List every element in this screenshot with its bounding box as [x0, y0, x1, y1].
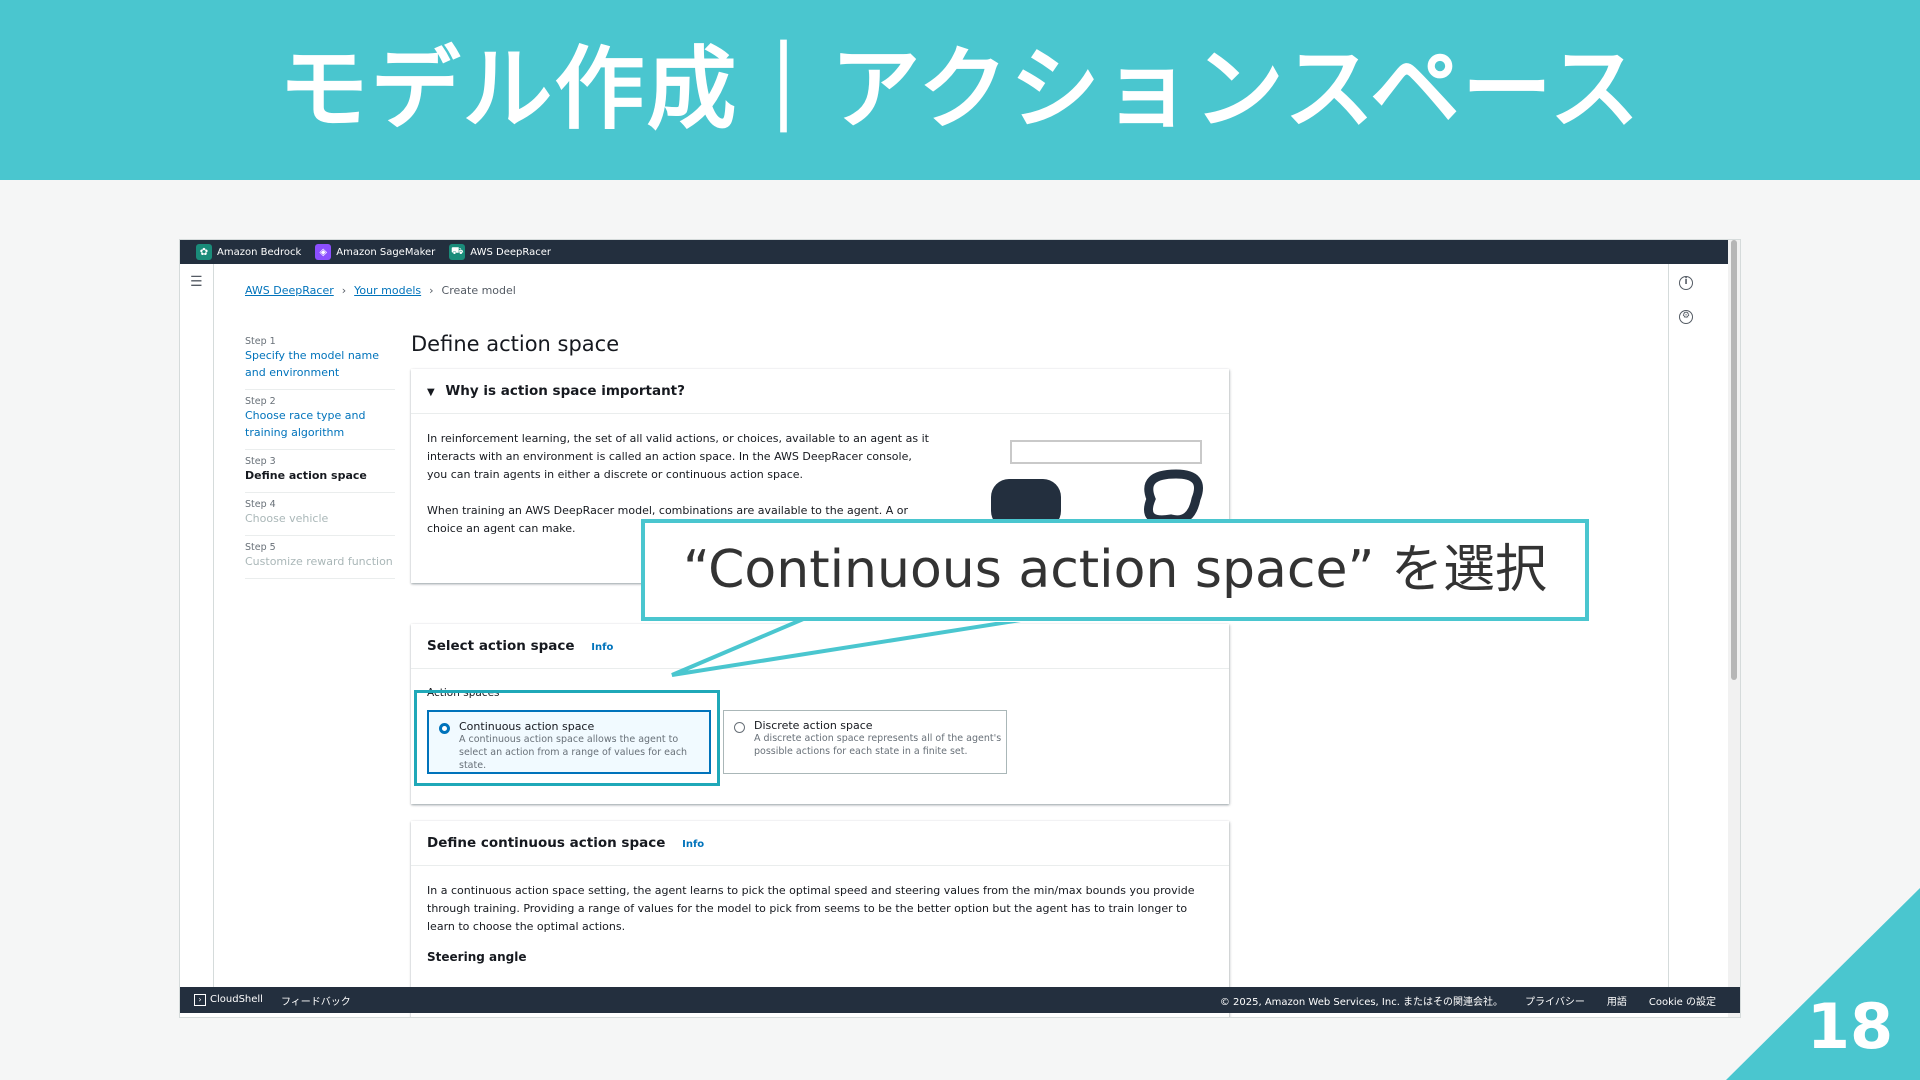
info-icon[interactable]: i — [1679, 276, 1693, 290]
step-number: Step 2 — [245, 396, 276, 407]
selection-highlight-box — [414, 690, 720, 786]
paragraph: In reinforcement learning, the set of al… — [427, 432, 929, 481]
bedrock-icon: ✿ — [196, 244, 212, 260]
step-label: Choose vehicle — [245, 512, 329, 525]
cookie-settings-link[interactable]: Cookie の設定 — [1649, 993, 1716, 1008]
steering-angle-heading: Steering angle — [427, 950, 527, 964]
sagemaker-icon: ◈ — [315, 244, 332, 260]
terminal-icon: › — [194, 994, 206, 1006]
wizard-steps: Step 1 Specify the model name and enviro… — [245, 330, 395, 579]
privacy-link[interactable]: プライバシー — [1525, 993, 1585, 1008]
breadcrumb: AWS DeepRacer › Your models › Create mod… — [245, 284, 516, 297]
scrollbar[interactable] — [1728, 240, 1740, 1017]
service-shortcut-sagemaker[interactable]: ◈ Amazon SageMaker — [315, 244, 435, 260]
breadcrumb-deepracer[interactable]: AWS DeepRacer — [245, 284, 334, 297]
card-header: Select action space Info — [411, 624, 1229, 669]
service-shortcut-bedrock[interactable]: ✿ Amazon Bedrock — [196, 244, 301, 260]
service-label: AWS DeepRacer — [470, 246, 551, 258]
hamburger-menu-icon[interactable]: ☰ — [190, 274, 203, 290]
card-heading: Why is action space important? — [445, 383, 685, 399]
wizard-step-3: Step 3 Define action space — [245, 450, 395, 493]
callout-text: “Continuous action space” を選択 — [683, 540, 1547, 600]
discrete-action-space-option[interactable]: Discrete action space A discrete action … — [723, 710, 1007, 774]
feedback-link[interactable]: フィードバック — [281, 993, 351, 1008]
breadcrumb-current: Create model — [441, 284, 516, 297]
step-label: Specify the model name and environment — [245, 349, 380, 379]
service-shortcut-deepracer[interactable]: ⛟ AWS DeepRacer — [449, 244, 551, 260]
option-description: A discrete action space represents all o… — [754, 733, 1002, 757]
step-number: Step 4 — [245, 499, 276, 510]
wizard-step-2[interactable]: Step 2 Choose race type and training alg… — [245, 390, 395, 450]
left-nav-rail: ☰ — [180, 264, 214, 987]
step-label: Customize reward function — [245, 555, 393, 568]
step-number: Step 3 — [245, 456, 276, 467]
chevron-right-icon: › — [341, 284, 347, 297]
card-header: Define continuous action space Info — [411, 821, 1229, 866]
paragraph: In a continuous action space setting, th… — [427, 884, 1195, 933]
card-heading: Select action space — [427, 638, 575, 654]
page-heading: Define action space — [411, 332, 620, 356]
settings-icon[interactable]: ⚙ — [1679, 310, 1693, 324]
copyright-text: © 2025, Amazon Web Services, Inc. またはその関… — [1219, 996, 1504, 1008]
deepracer-icon: ⛟ — [449, 244, 466, 260]
cloudshell-button[interactable]: › CloudShell — [194, 994, 263, 1006]
cloudshell-label: CloudShell — [210, 994, 263, 1005]
step-label: Choose race type and training algorithm — [245, 409, 366, 439]
radio-unselected-icon[interactable] — [734, 722, 745, 733]
slide-title: モデル作成｜アクションスペース — [278, 37, 1642, 142]
wizard-step-5: Step 5 Customize reward function — [245, 536, 395, 579]
terms-link[interactable]: 用語 — [1607, 993, 1627, 1008]
info-link[interactable]: Info — [591, 642, 613, 653]
card-heading: Define continuous action space — [427, 835, 666, 851]
step-number: Step 5 — [245, 542, 276, 553]
card-body: In a continuous action space setting, th… — [411, 866, 1229, 982]
caret-down-icon: ▼ — [427, 387, 435, 398]
console-screenshot: ✿ Amazon Bedrock ◈ Amazon SageMaker ⛟ AW… — [180, 240, 1740, 1017]
step-label: Define action space — [245, 469, 367, 482]
wizard-step-4: Step 4 Choose vehicle — [245, 493, 395, 536]
scrollbar-thumb[interactable] — [1731, 240, 1737, 680]
agent-environment-diagram — [991, 440, 1203, 529]
breadcrumb-your-models[interactable]: Your models — [354, 284, 421, 297]
service-label: Amazon Bedrock — [217, 246, 302, 258]
right-tool-rail: i ⚙ — [1668, 264, 1704, 987]
step-number: Step 1 — [245, 336, 276, 347]
service-bar: ✿ Amazon Bedrock ◈ Amazon SageMaker ⛟ AW… — [180, 240, 1740, 264]
wizard-step-1[interactable]: Step 1 Specify the model name and enviro… — [245, 330, 395, 390]
callout-box: “Continuous action space” を選択 — [641, 519, 1589, 621]
console-footer: › CloudShell フィードバック © 2025, Amazon Web S… — [180, 987, 1740, 1013]
expandable-header[interactable]: ▼ Why is action space important? — [411, 369, 1229, 414]
chevron-right-icon: › — [429, 284, 434, 297]
service-label: Amazon SageMaker — [336, 246, 436, 258]
option-title: Discrete action space — [754, 719, 873, 732]
page-number: 18 — [1806, 990, 1894, 1063]
info-link[interactable]: Info — [682, 839, 704, 850]
